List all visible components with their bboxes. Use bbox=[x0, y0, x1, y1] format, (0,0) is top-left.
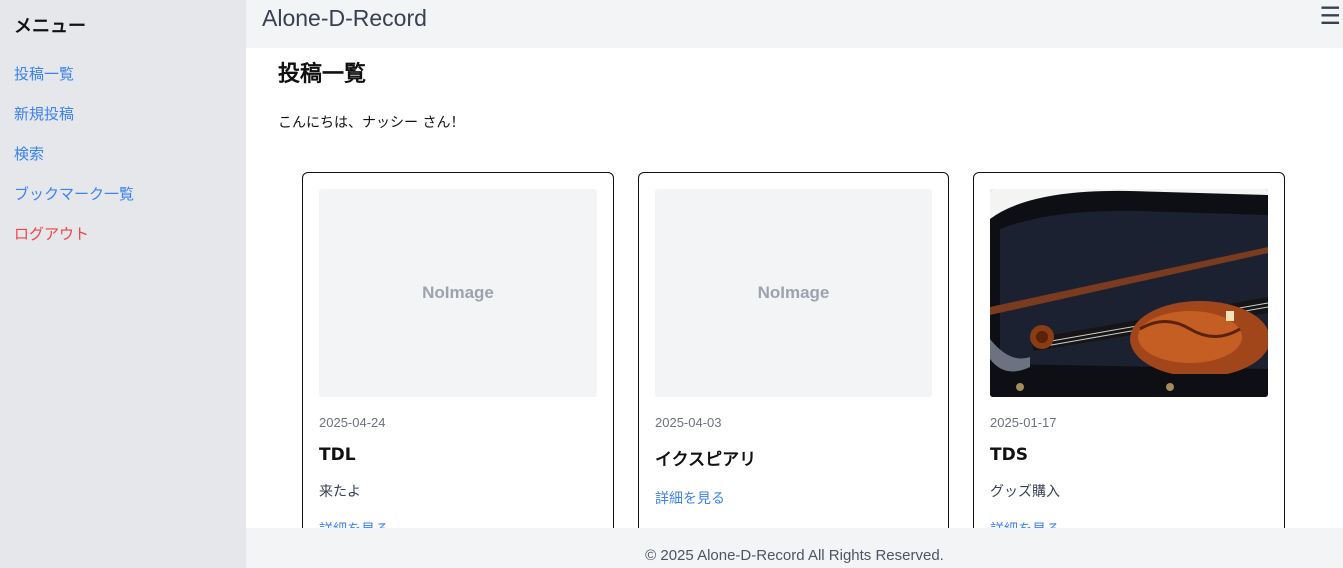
post-card: 2025-01-17 TDS グッズ購入 詳細を見る bbox=[973, 172, 1285, 528]
view-details-link[interactable]: 詳細を見る bbox=[319, 519, 389, 528]
greeting-text: こんにちは、ナッシー さん！ bbox=[278, 115, 465, 131]
post-body: グッズ購入 bbox=[990, 484, 1060, 500]
view-details-link[interactable]: 詳細を見る bbox=[655, 488, 725, 508]
footer: © 2025 Alone-D-Record All Rights Reserve… bbox=[246, 528, 1343, 568]
no-image-label: NoImage bbox=[757, 283, 830, 302]
view-details-link[interactable]: 詳細を見る bbox=[990, 519, 1060, 528]
post-body: 来たよ bbox=[319, 484, 361, 500]
sidebar-item-logout[interactable]: ログアウト bbox=[14, 223, 89, 244]
post-title: イクスピアリ bbox=[655, 450, 757, 470]
page-title: 投稿一覧 bbox=[278, 62, 367, 87]
post-card: NoImage 2025-04-03 イクスピアリ 詳細を見る bbox=[638, 172, 949, 528]
sidebar-item-new-post[interactable]: 新規投稿 bbox=[14, 103, 74, 124]
post-date: 2025-04-03 bbox=[655, 415, 722, 430]
post-title: TDL bbox=[319, 445, 356, 465]
main-content: 投稿一覧 こんにちは、ナッシー さん！ NoImage 2025-04-24 T… bbox=[246, 48, 1343, 528]
post-thumbnail-placeholder: NoImage bbox=[655, 189, 932, 397]
app-title[interactable]: Alone-D-Record bbox=[262, 5, 427, 32]
sidebar-item-post-list[interactable]: 投稿一覧 bbox=[14, 63, 74, 84]
hamburger-icon[interactable]: ☰ bbox=[1319, 4, 1341, 28]
copyright-text: © 2025 Alone-D-Record All Rights Reserve… bbox=[645, 547, 944, 564]
post-title: TDS bbox=[990, 445, 1028, 465]
sidebar-item-search[interactable]: 検索 bbox=[14, 143, 44, 164]
no-image-label: NoImage bbox=[422, 283, 494, 302]
sidebar-item-bookmarks[interactable]: ブックマーク一覧 bbox=[14, 183, 134, 204]
header: Alone-D-Record ☰ bbox=[246, 0, 1343, 48]
menu-title: メニュー bbox=[14, 16, 86, 37]
post-card: NoImage 2025-04-24 TDL 来たよ 詳細を見る bbox=[302, 172, 614, 528]
post-date: 2025-04-24 bbox=[319, 415, 386, 430]
post-date: 2025-01-17 bbox=[990, 415, 1057, 430]
sidebar: メニュー 投稿一覧 新規投稿 検索 ブックマーク一覧 ログアウト bbox=[0, 0, 246, 568]
violin-in-case-photo bbox=[990, 189, 1268, 397]
violin-photo-image bbox=[990, 189, 1268, 397]
post-thumbnail-placeholder: NoImage bbox=[319, 189, 597, 397]
